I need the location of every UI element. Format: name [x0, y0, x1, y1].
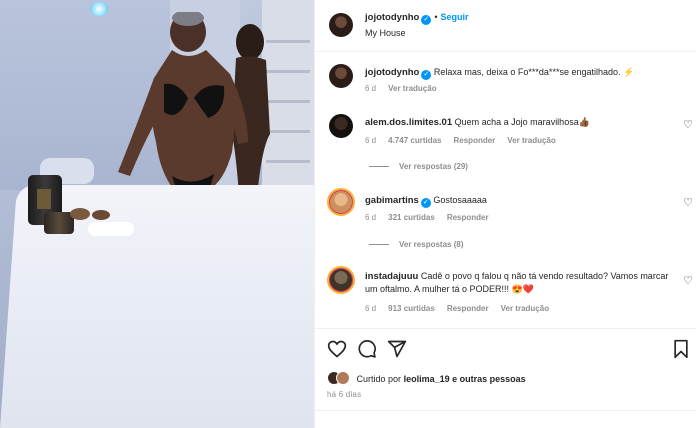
heart-icon[interactable]: [327, 339, 347, 359]
product-bowl: [70, 208, 90, 220]
location-link[interactable]: My House: [365, 28, 406, 38]
ceiling-lamp: [90, 2, 108, 16]
comment-text-line: instadajuuu Cadê o povo q falou q não tá…: [365, 270, 673, 296]
comment: gabimartins ✓ Gostosaaaaa 6 d 321 curtidas…: [315, 188, 696, 254]
avatar-story-ring[interactable]: [327, 188, 355, 216]
divider: [315, 410, 696, 411]
bookmark-icon[interactable]: [671, 339, 691, 359]
product-bowl: [92, 210, 110, 220]
like-comment-heart-icon[interactable]: ♡: [683, 118, 693, 131]
avatar[interactable]: [329, 64, 353, 88]
replies-line: [369, 166, 389, 168]
see-translation-link[interactable]: Ver tradução: [507, 136, 555, 145]
avatar[interactable]: [329, 114, 353, 138]
towel-roll: [88, 222, 134, 236]
likes-count[interactable]: 321 curtidas: [388, 213, 435, 222]
avatar-story-ring[interactable]: [327, 266, 355, 294]
post-header: jojotodynho ✓ • Seguir My House: [315, 0, 696, 52]
verified-icon: ✓: [421, 70, 432, 80]
comment-text: Gostosaaaaa: [433, 195, 487, 205]
comment-username[interactable]: alem.dos.limites.01: [365, 117, 452, 128]
likes-count[interactable]: 4.747 curtidas: [388, 136, 441, 145]
comment-age: 6 d: [365, 304, 377, 313]
caption-text: Relaxa mas, deixa o Fo***da***se engatil…: [433, 67, 635, 77]
like-comment-heart-icon[interactable]: ♡: [683, 274, 693, 287]
reply-button[interactable]: Responder: [454, 136, 496, 145]
see-translation-link[interactable]: Ver tradução: [388, 84, 436, 93]
action-bar: [315, 328, 696, 368]
comment-text-line: gabimartins ✓ Gostosaaaaa: [365, 194, 673, 208]
see-translation-link[interactable]: Ver tradução: [501, 304, 549, 313]
verified-icon: ✓: [421, 15, 432, 25]
replies-line: [369, 244, 389, 246]
liked-by[interactable]: Curtido por leolima_19 e outras pessoas: [327, 371, 526, 385]
separator-dot: •: [434, 12, 438, 22]
follow-button[interactable]: Seguir: [441, 12, 469, 22]
view-replies-button[interactable]: Ver respostas (8): [369, 240, 463, 249]
caption-meta: 6 d Ver tradução: [365, 84, 449, 93]
share-icon[interactable]: [387, 339, 407, 359]
comment: alem.dos.limites.01 Quem acha a Jojo mar…: [315, 112, 696, 182]
view-replies-button[interactable]: Ver respostas (29): [369, 162, 468, 171]
like-comment-heart-icon[interactable]: ♡: [683, 196, 693, 209]
comment-text-line: alem.dos.limites.01 Quem acha a Jojo mar…: [365, 116, 673, 129]
caption-username[interactable]: jojotodynho: [365, 67, 419, 78]
comment-text: Quem acha a Jojo maravilhosa👍🏾: [454, 117, 590, 127]
comment-meta: 6 d 913 curtidas Responder Ver tradução: [365, 304, 561, 313]
post-panel: jojotodynho ✓ • Seguir My House jojotodynho…: [314, 0, 696, 428]
header-line: jojotodynho ✓ • Seguir: [365, 12, 469, 25]
reply-button[interactable]: Responder: [447, 213, 489, 222]
comment-username[interactable]: gabimartins: [365, 195, 419, 206]
post-image[interactable]: [0, 0, 314, 428]
caption-age: 6 d: [365, 84, 377, 93]
caption: jojotodynho ✓ Relaxa mas, deixa o Fo***da…: [315, 62, 696, 102]
comment-age: 6 d: [365, 213, 377, 222]
comment-meta: 6 d 4.747 curtidas Responder Ver tradução: [365, 136, 568, 145]
likes-count[interactable]: 913 curtidas: [388, 304, 435, 313]
view-replies-label: Ver respostas (29): [399, 162, 468, 171]
liked-by-suffix[interactable]: e outras pessoas: [452, 374, 526, 384]
username[interactable]: jojotodynho: [365, 12, 419, 23]
comment-username[interactable]: instadajuuu: [365, 271, 418, 282]
liked-by-user[interactable]: leolima_19: [404, 374, 450, 384]
comment-icon[interactable]: [357, 339, 377, 359]
liked-by-prefix: Curtido por: [356, 374, 402, 384]
view-replies-label: Ver respostas (8): [399, 240, 464, 249]
reply-button[interactable]: Responder: [447, 304, 489, 313]
avatar[interactable]: [329, 13, 353, 37]
comment-meta: 6 d 321 curtidas Responder: [365, 213, 501, 222]
verified-icon: ✓: [420, 198, 431, 208]
comment-age: 6 d: [365, 136, 377, 145]
comment: instadajuuu Cadê o povo q falou q não tá…: [315, 266, 696, 322]
post-date: há 6 dias: [327, 390, 362, 399]
liker-avatar: [336, 371, 350, 385]
caption-text-line: jojotodynho ✓ Relaxa mas, deixa o Fo***da…: [365, 66, 673, 80]
